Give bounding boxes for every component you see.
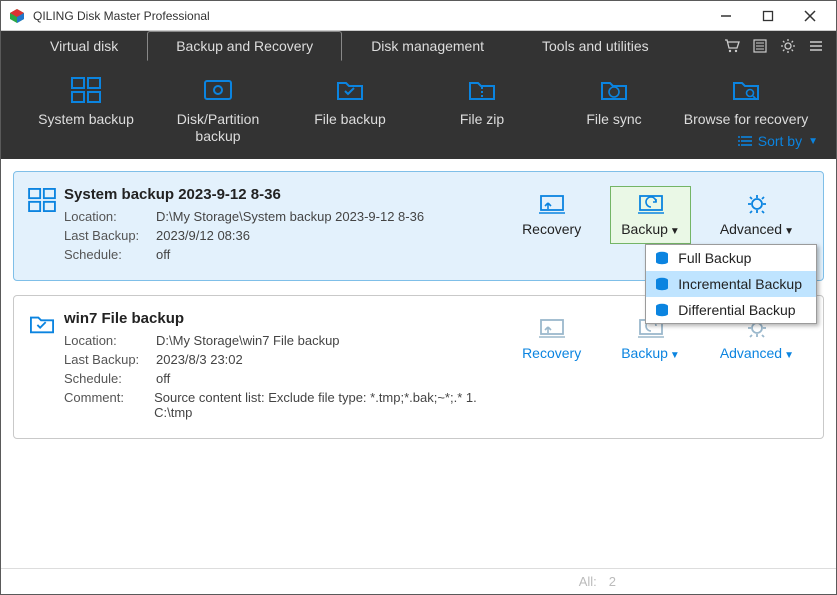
- chevron-down-icon: ▼: [670, 226, 680, 237]
- menu-item-label: Differential Backup: [678, 302, 795, 318]
- tool-label: File sync: [586, 111, 641, 128]
- comment-label: Comment:: [64, 390, 154, 420]
- tool-disk-partition-backup[interactable]: Disk/Partition backup: [153, 73, 283, 145]
- footer-all-label: All:: [579, 574, 597, 589]
- app-icon: [9, 8, 25, 24]
- card-title: win7 File backup: [64, 310, 511, 327]
- maximize-button[interactable]: [756, 4, 780, 28]
- chevron-down-icon: ▼: [784, 226, 794, 237]
- card-body: System backup 2023-9-12 8-36 Location:D:…: [64, 186, 511, 266]
- disk-icon: [654, 251, 670, 265]
- backup-label: Backup: [621, 221, 668, 237]
- footer-count: 2: [609, 574, 616, 589]
- advanced-label: Advanced: [720, 221, 782, 237]
- advanced-action[interactable]: Advanced▼: [709, 186, 805, 244]
- last-backup-value: 2023/9/12 08:36: [156, 228, 250, 243]
- menu-item-label: Incremental Backup: [678, 276, 802, 292]
- sort-label: Sort by: [758, 133, 802, 149]
- backup-icon: [637, 193, 665, 215]
- disk-partition-icon: [203, 77, 233, 103]
- system-backup-icon: [71, 77, 101, 103]
- tab-virtual-disk[interactable]: Virtual disk: [21, 31, 147, 61]
- chevron-down-icon: ▼: [808, 136, 818, 147]
- location-label: Location:: [64, 333, 156, 348]
- menu-full-backup[interactable]: Full Backup: [646, 245, 816, 271]
- schedule-label: Schedule:: [64, 247, 156, 262]
- close-button[interactable]: [798, 4, 822, 28]
- recovery-action[interactable]: Recovery: [511, 186, 592, 244]
- tool-label: Disk/Partition backup: [153, 111, 283, 145]
- window-title: QILING Disk Master Professional: [33, 9, 714, 23]
- browse-recovery-icon: [731, 77, 761, 103]
- tab-backup-recovery[interactable]: Backup and Recovery: [147, 31, 342, 61]
- file-zip-icon: [467, 77, 497, 103]
- comment-value: Source content list: Exclude file type: …: [154, 390, 511, 420]
- sort-icon: [738, 135, 752, 147]
- tabbar-right-icons: [724, 31, 836, 61]
- tool-file-backup[interactable]: File backup: [285, 73, 415, 128]
- backup-card[interactable]: System backup 2023-9-12 8-36 Location:D:…: [13, 171, 824, 281]
- system-backup-card-icon: [28, 186, 64, 266]
- status-footer: All: 2: [1, 568, 836, 594]
- toolbar: System backup Disk/Partition backup File…: [1, 61, 836, 159]
- schedule-value: off: [156, 247, 170, 262]
- recovery-icon: [538, 193, 566, 215]
- recovery-label: Recovery: [522, 345, 581, 361]
- menu-item-label: Full Backup: [678, 250, 751, 266]
- location-value: D:\My Storage\win7 File backup: [156, 333, 340, 348]
- tool-browse-recovery[interactable]: Browse for recovery: [681, 73, 811, 128]
- schedule-label: Schedule:: [64, 371, 156, 386]
- backup-dropdown-menu: Full Backup Incremental Backup Different…: [645, 244, 817, 324]
- tool-label: System backup: [38, 111, 134, 128]
- recovery-label: Recovery: [522, 221, 581, 237]
- titlebar: QILING Disk Master Professional: [1, 1, 836, 31]
- recovery-icon: [538, 317, 566, 339]
- content-area: System backup 2023-9-12 8-36 Location:D:…: [1, 159, 836, 568]
- last-backup-label: Last Backup:: [64, 228, 156, 243]
- last-backup-label: Last Backup:: [64, 352, 156, 367]
- location-value: D:\My Storage\System backup 2023-9-12 8-…: [156, 209, 424, 224]
- file-backup-icon: [335, 77, 365, 103]
- disk-icon: [654, 303, 670, 317]
- schedule-value: off: [156, 371, 170, 386]
- tab-disk-management[interactable]: Disk management: [342, 31, 513, 61]
- chevron-down-icon: ▼: [784, 350, 794, 361]
- tool-file-zip[interactable]: File zip: [417, 73, 547, 128]
- advanced-gear-icon: [744, 193, 770, 215]
- tool-system-backup[interactable]: System backup: [21, 73, 151, 128]
- tool-file-sync[interactable]: File sync: [549, 73, 679, 128]
- card-title: System backup 2023-9-12 8-36: [64, 186, 511, 203]
- window-controls: [714, 4, 822, 28]
- tool-label: File backup: [314, 111, 386, 128]
- advanced-label: Advanced: [720, 345, 782, 361]
- tool-label: File zip: [460, 111, 504, 128]
- recovery-action[interactable]: Recovery: [511, 310, 592, 368]
- sort-by-button[interactable]: Sort by ▼: [738, 133, 818, 149]
- backup-label: Backup: [621, 345, 668, 361]
- list-icon[interactable]: [752, 38, 768, 54]
- menu-differential-backup[interactable]: Differential Backup: [646, 297, 816, 323]
- chevron-down-icon: ▼: [670, 350, 680, 361]
- tabbar: Virtual disk Backup and Recovery Disk ma…: [1, 31, 836, 61]
- disk-icon: [654, 277, 670, 291]
- card-actions: Recovery Backup▼ Advanced▼: [511, 310, 805, 424]
- location-label: Location:: [64, 209, 156, 224]
- last-backup-value: 2023/8/3 23:02: [156, 352, 243, 367]
- minimize-button[interactable]: [714, 4, 738, 28]
- cart-icon[interactable]: [724, 38, 740, 54]
- file-sync-icon: [599, 77, 629, 103]
- gear-icon[interactable]: [780, 38, 796, 54]
- file-backup-card-icon: [28, 310, 64, 424]
- menu-incremental-backup[interactable]: Incremental Backup: [646, 271, 816, 297]
- tab-tools-utilities[interactable]: Tools and utilities: [513, 31, 678, 61]
- backup-action[interactable]: Backup▼: [610, 186, 691, 244]
- card-body: win7 File backup Location:D:\My Storage\…: [64, 310, 511, 424]
- tool-label: Browse for recovery: [684, 111, 808, 128]
- menu-icon[interactable]: [808, 38, 824, 54]
